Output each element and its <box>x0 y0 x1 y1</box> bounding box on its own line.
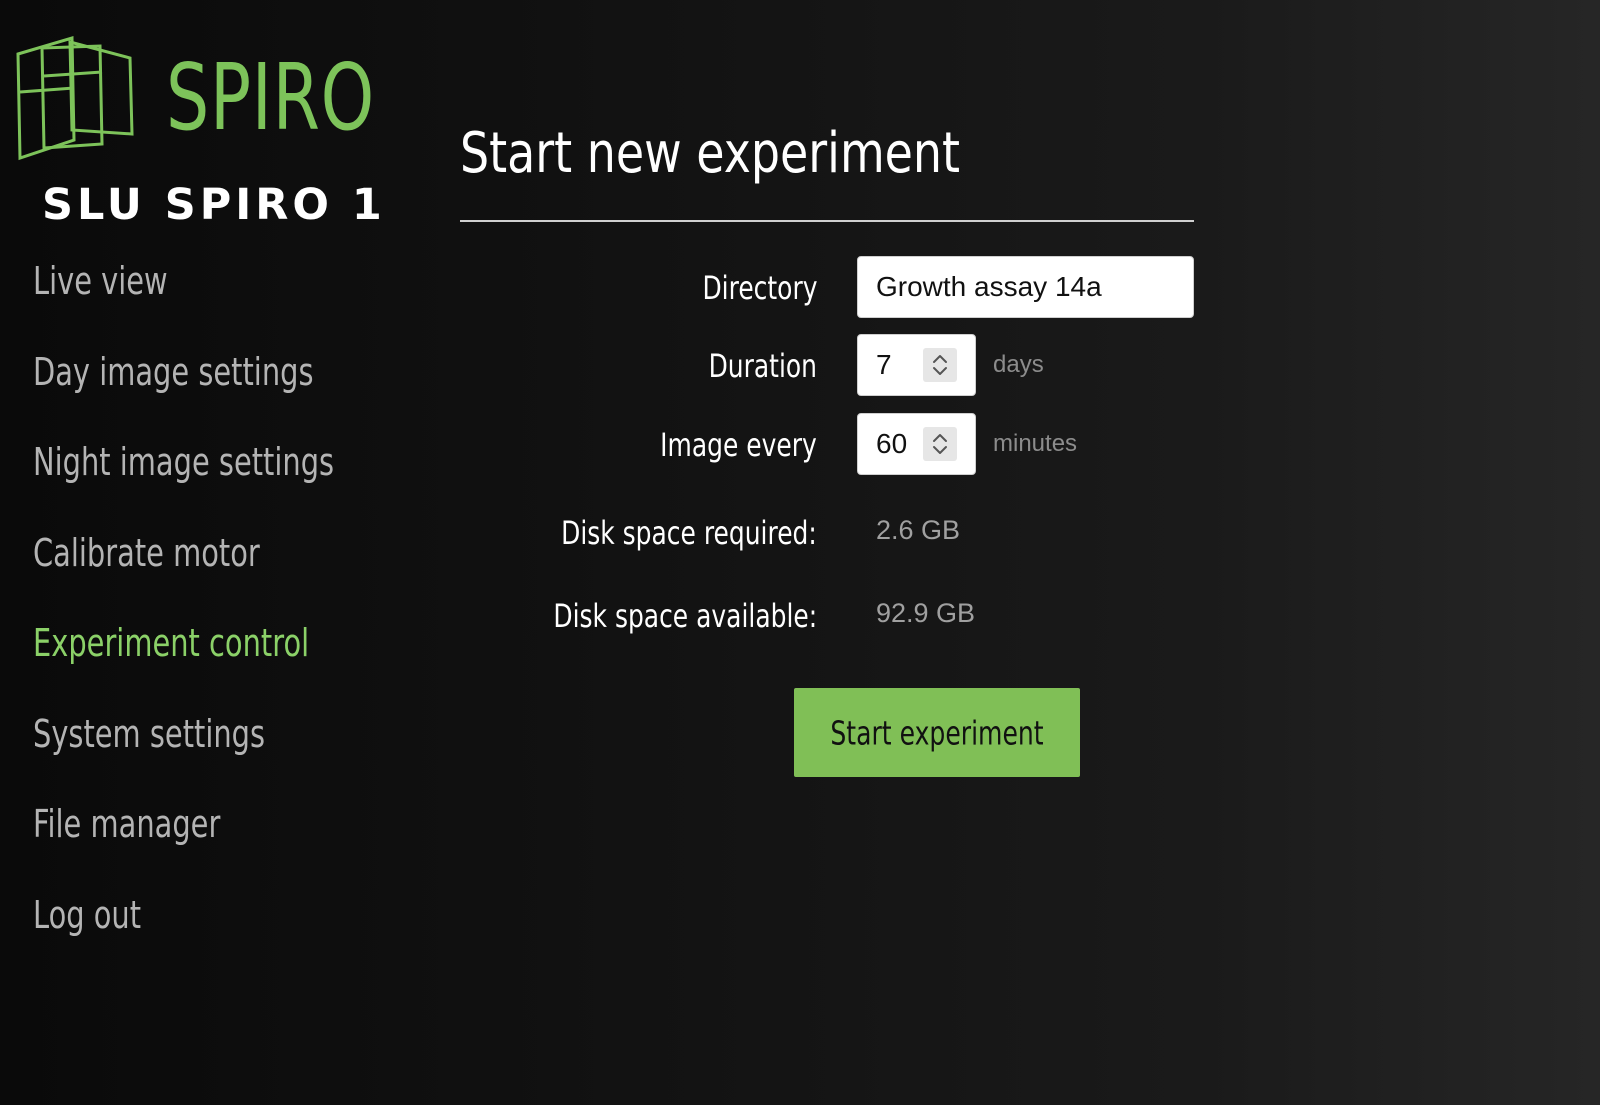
sidebar-item-experiment-control[interactable]: Experiment control <box>33 620 334 666</box>
stacked-frames-logo-icon <box>16 36 134 161</box>
duration-label: Duration <box>708 347 817 385</box>
spiro-logo: SPIRO <box>14 32 374 162</box>
disk-available-value: 92.9 GB <box>876 598 976 628</box>
duration-spin-button[interactable] <box>923 348 957 382</box>
interval-spin-button[interactable] <box>923 427 957 461</box>
interval-unit: minutes <box>993 430 1078 457</box>
interval-value: 60 <box>876 428 908 459</box>
duration-unit: days <box>993 351 1044 378</box>
sidebar-item-day-image-settings[interactable]: Day image settings <box>33 349 334 395</box>
sidebar-nav: Live view Day image settings Night image… <box>33 258 429 982</box>
device-name: SLU SPIRO 1 <box>42 180 386 230</box>
up-down-chevron-icon <box>933 434 947 454</box>
up-down-chevron-icon <box>933 355 947 375</box>
sidebar-item-system-settings[interactable]: System settings <box>33 711 334 757</box>
start-experiment-button[interactable]: Start experiment <box>794 688 1080 777</box>
sidebar-item-live-view[interactable]: Live view <box>33 258 334 304</box>
interval-stepper[interactable]: 60 <box>857 413 976 475</box>
directory-input[interactable] <box>857 256 1194 318</box>
interval-label: Image every <box>660 426 817 464</box>
directory-label: Directory <box>701 269 817 307</box>
sidebar-item-calibrate-motor[interactable]: Calibrate motor <box>33 530 334 576</box>
disk-available-label: Disk space available: <box>553 597 817 635</box>
disk-required-label: Disk space required: <box>561 514 817 552</box>
sidebar-item-log-out[interactable]: Log out <box>33 892 334 938</box>
duration-stepper[interactable]: 7 <box>857 334 976 396</box>
logo-wordmark: SPIRO <box>166 44 375 151</box>
duration-value: 7 <box>876 349 892 380</box>
start-experiment-label: Start experiment <box>830 713 1044 752</box>
sidebar-item-night-image-settings[interactable]: Night image settings <box>33 439 334 485</box>
title-divider <box>460 220 1194 222</box>
disk-required-value: 2.6 GB <box>876 515 961 545</box>
sidebar-item-file-manager[interactable]: File manager <box>33 801 334 847</box>
page-title: Start new experiment <box>460 121 961 186</box>
sidebar: SPIRO SLU SPIRO 1 Live view Day image se… <box>0 0 400 1105</box>
